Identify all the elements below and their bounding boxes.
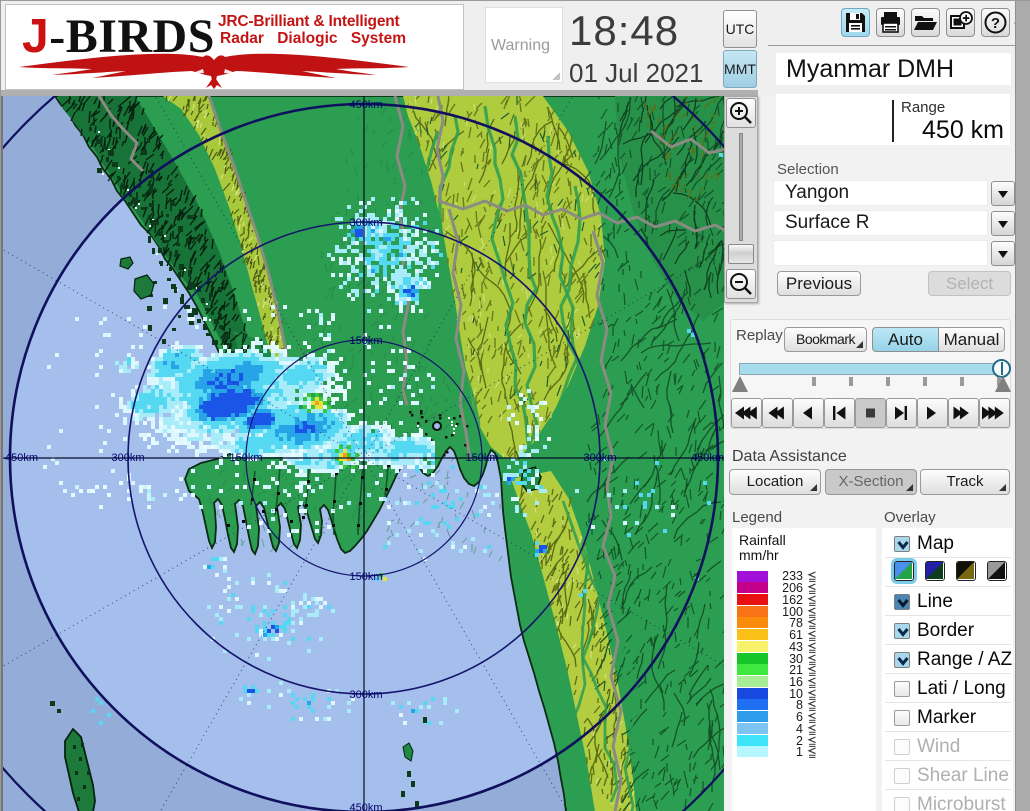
svg-text:450km: 450km xyxy=(349,99,382,111)
svg-text:450km: 450km xyxy=(349,802,382,811)
svg-text:150km: 150km xyxy=(349,571,382,583)
svg-text:300km: 300km xyxy=(349,689,382,701)
svg-text:150km: 150km xyxy=(229,452,262,464)
svg-text:300km: 300km xyxy=(349,217,382,229)
svg-text:300km: 300km xyxy=(111,452,144,464)
svg-text:300km: 300km xyxy=(583,452,616,464)
svg-text:450km: 450km xyxy=(5,452,38,464)
svg-text:150km: 150km xyxy=(349,335,382,347)
svg-text:450km: 450km xyxy=(691,452,724,464)
svg-text:?: ? xyxy=(991,15,1000,32)
svg-text:150km: 150km xyxy=(465,452,498,464)
